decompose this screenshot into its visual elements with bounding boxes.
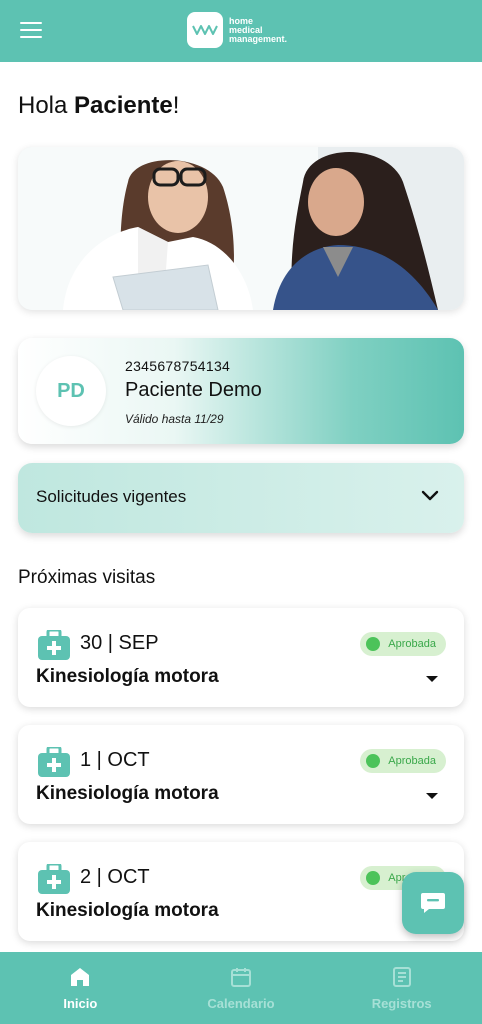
nav-label-registros: Registros	[371, 995, 432, 1011]
visit-date: 1 | OCT	[80, 749, 150, 771]
visit-card[interactable]: 30 | SEP Aprobada Kinesiología motora	[18, 608, 464, 707]
visit-title: Kinesiología motora	[36, 783, 219, 804]
medical-kit-icon	[38, 864, 70, 894]
app-logo: home medical management.	[187, 12, 287, 48]
calendar-icon	[231, 967, 251, 987]
expand-caret-icon[interactable]	[426, 793, 438, 799]
visit-date: 2 | OCT	[80, 866, 150, 888]
nav-label-inicio: Inicio	[63, 995, 98, 1011]
patient-id-card[interactable]: PD 2345678754134 Paciente Demo Válido ha…	[18, 338, 464, 444]
status-dot-icon	[366, 637, 381, 651]
nav-item-calendario[interactable]: Calendario	[161, 952, 322, 1024]
visit-title: Kinesiología motora	[36, 666, 219, 687]
visit-title: Kinesiología motora	[36, 900, 219, 921]
status-badge: Aprobada	[360, 632, 446, 656]
logo-wordmark: home medical management.	[229, 15, 288, 44]
status-dot-icon	[366, 871, 381, 885]
visit-card[interactable]: 2 | OCT Aprobada Kinesiología motora	[18, 842, 464, 941]
patient-name: Paciente Demo	[125, 379, 262, 401]
logo-mark	[187, 12, 223, 48]
status-dot-icon	[366, 754, 381, 768]
hero-image	[18, 147, 464, 310]
active-requests-label: Solicitudes vigentes	[36, 487, 187, 506]
home-icon	[71, 967, 90, 986]
medical-kit-icon	[38, 747, 70, 777]
visit-card[interactable]: 1 | OCT Aprobada Kinesiología motora	[18, 725, 464, 824]
status-badge: Aprobada	[360, 749, 446, 773]
top-app-bar: home medical management.	[0, 0, 482, 62]
nav-label-calendario: Calendario	[207, 995, 275, 1011]
upcoming-visits-heading: Próximas visitas	[18, 567, 156, 588]
hamburger-icon[interactable]	[20, 20, 42, 38]
records-icon	[392, 966, 411, 987]
greeting-name: Paciente	[74, 92, 173, 119]
chevron-down-icon	[421, 490, 439, 501]
nav-item-registros[interactable]: Registros	[321, 952, 482, 1024]
expand-caret-icon[interactable]	[426, 676, 438, 682]
bottom-navigation: Inicio Calendario Registros	[0, 952, 482, 1024]
visit-date: 30 | SEP	[80, 632, 159, 654]
chat-icon	[421, 893, 445, 913]
nav-item-inicio[interactable]: Inicio	[0, 952, 161, 1024]
active-requests-dropdown[interactable]: Solicitudes vigentes	[18, 463, 464, 533]
avatar: PD	[36, 356, 106, 426]
chat-button[interactable]	[402, 872, 464, 934]
validity-text: Válido hasta 11/29	[125, 412, 224, 426]
medical-kit-icon	[38, 630, 70, 660]
greeting-heading: Hola Paciente!	[18, 92, 180, 119]
patient-number: 2345678754134	[125, 358, 231, 374]
